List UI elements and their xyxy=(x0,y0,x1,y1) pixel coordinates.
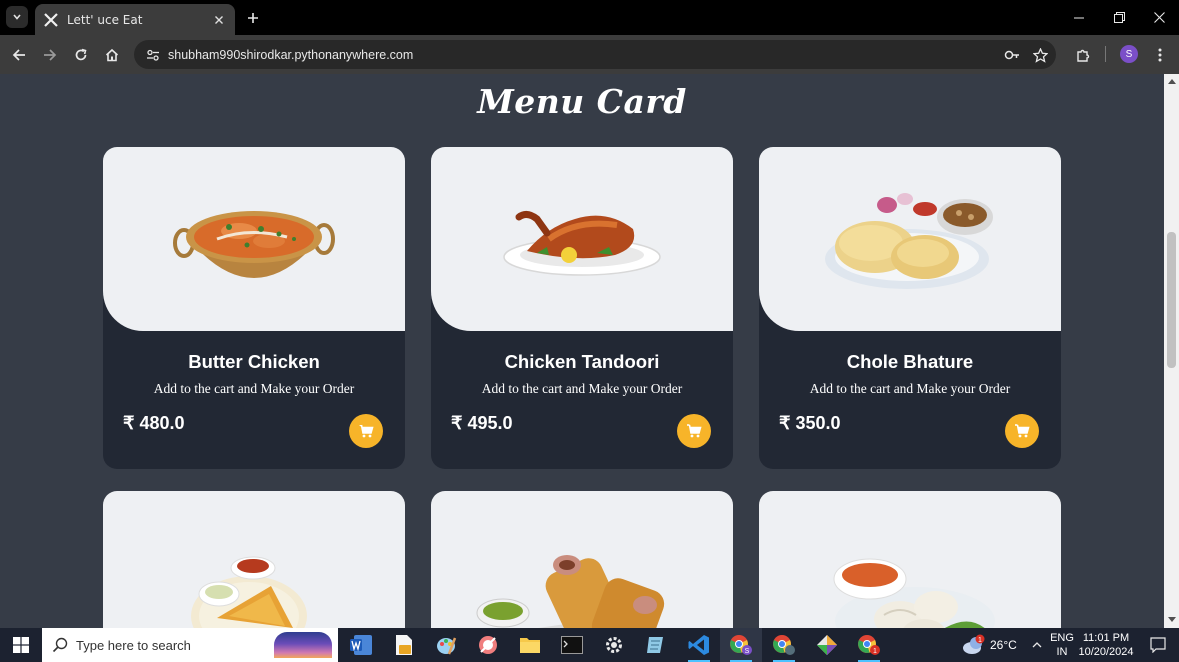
item-description: Add to the cart and Make your Order xyxy=(153,381,355,396)
taskbar-search-box[interactable]: Type here to search xyxy=(42,628,338,662)
search-icon xyxy=(52,637,68,653)
chicken-tandoori-image xyxy=(431,147,733,331)
item-price: ₹ 350.0 xyxy=(779,413,841,433)
snipping-app-icon[interactable] xyxy=(467,628,509,662)
minimize-icon xyxy=(1074,17,1084,18)
close-tab-icon[interactable] xyxy=(211,12,227,28)
menu-card xyxy=(431,491,733,628)
restore-icon xyxy=(1113,12,1125,23)
site-settings-icon[interactable] xyxy=(138,48,168,62)
kebab-menu-icon[interactable] xyxy=(1149,44,1171,66)
chole-bhature-image xyxy=(759,147,1061,331)
tab-title: Lett' uce Eat xyxy=(67,12,143,27)
password-key-icon[interactable] xyxy=(1001,44,1023,66)
terminal-app-icon[interactable] xyxy=(551,628,593,662)
paint-app-icon[interactable] xyxy=(425,628,467,662)
new-tab-button[interactable] xyxy=(242,7,264,29)
item-price: ₹ 480.0 xyxy=(123,413,185,433)
address-bar[interactable]: shubham990shirodkar.pythonanywhere.com xyxy=(134,40,1056,69)
chrome-profile-s-icon[interactable]: S xyxy=(720,628,762,662)
dosa-image xyxy=(103,491,405,628)
notepad-app-icon[interactable] xyxy=(635,628,677,662)
cutlery-x-icon xyxy=(43,12,59,28)
back-button[interactable] xyxy=(5,41,33,69)
weather-temperature[interactable]: 26°C xyxy=(990,638,1017,652)
start-button[interactable] xyxy=(0,628,42,662)
cart-icon xyxy=(687,424,702,438)
scroll-down-arrow-icon[interactable] xyxy=(1168,617,1176,622)
page-title: Menu Card xyxy=(477,82,687,121)
region-code: IN xyxy=(1056,646,1068,658)
close-icon xyxy=(1153,12,1165,23)
url-text: shubham990shirodkar.pythonanywhere.com xyxy=(168,47,414,62)
language-indicator[interactable]: ENG IN xyxy=(1050,631,1074,659)
bookmark-star-icon[interactable] xyxy=(1029,44,1051,66)
butter-chicken-image xyxy=(103,147,405,331)
wrap-roll-image xyxy=(431,491,733,628)
menu-card xyxy=(759,491,1061,628)
menu-card: Butter Chicken Add to the cart and Make … xyxy=(103,147,405,469)
windows-taskbar: Type here to search S 1 1 26°C ENG IN 11… xyxy=(0,628,1179,662)
home-button[interactable] xyxy=(98,41,126,69)
profile-avatar[interactable]: S xyxy=(1120,45,1138,63)
git-app-icon[interactable] xyxy=(806,628,848,662)
tab-search-button[interactable] xyxy=(6,6,28,28)
svg-text:S: S xyxy=(745,648,750,655)
clock-time: 11:01 PM xyxy=(1082,632,1130,644)
clock-date: 10/20/2024 xyxy=(1078,646,1134,658)
scrollbar-thumb[interactable] xyxy=(1167,232,1176,368)
item-description: Add to the cart and Make your Order xyxy=(809,381,1011,396)
arrow-left-icon xyxy=(12,49,25,61)
add-to-cart-button[interactable] xyxy=(1005,414,1039,448)
forward-button[interactable] xyxy=(36,41,64,69)
search-highlight-image xyxy=(274,632,332,658)
windows-logo-icon xyxy=(13,637,29,653)
item-name: Butter Chicken xyxy=(188,351,320,372)
item-name: Chole Bhature xyxy=(846,351,974,372)
arrow-right-icon xyxy=(44,49,57,61)
page-viewport: Menu Card Butter Chicken Add to the cart… xyxy=(0,74,1164,628)
browser-tab[interactable]: Lett' uce Eat xyxy=(35,4,235,35)
restore-button[interactable] xyxy=(1099,0,1139,35)
add-to-cart-button[interactable] xyxy=(677,414,711,448)
svg-text:1: 1 xyxy=(873,648,877,655)
minimize-button[interactable] xyxy=(1059,0,1099,35)
file-explorer-icon[interactable] xyxy=(509,628,551,662)
clock[interactable]: 11:01 PM 10/20/2024 xyxy=(1078,631,1134,659)
menu-card: Chicken Tandoori Add to the cart and Mak… xyxy=(431,147,733,469)
vscode-app-icon[interactable] xyxy=(678,628,720,662)
page-scrollbar[interactable] xyxy=(1164,74,1179,628)
weather-icon[interactable]: 1 xyxy=(956,628,990,662)
close-window-button[interactable] xyxy=(1139,0,1179,35)
menu-card: Chole Bhature Add to the cart and Make y… xyxy=(759,147,1061,469)
extensions-icon[interactable] xyxy=(1072,44,1094,66)
item-name: Chicken Tandoori xyxy=(504,351,660,372)
file-viewer-app-icon[interactable] xyxy=(383,628,425,662)
home-icon xyxy=(105,48,119,62)
browser-tab-strip: Lett' uce Eat xyxy=(0,0,1179,35)
show-hidden-icons-chevron-icon[interactable] xyxy=(1026,628,1048,662)
chevron-down-icon xyxy=(13,14,21,20)
reload-button[interactable] xyxy=(67,41,95,69)
notification-center-icon[interactable] xyxy=(1140,628,1176,662)
toolbar-divider xyxy=(1105,46,1106,62)
cart-icon xyxy=(359,424,374,438)
search-placeholder: Type here to search xyxy=(76,637,191,653)
chrome-profile-2-icon[interactable] xyxy=(763,628,805,662)
svg-text:1: 1 xyxy=(978,637,982,644)
chrome-notification-icon[interactable]: 1 xyxy=(848,628,890,662)
item-description: Add to the cart and Make your Order xyxy=(481,381,683,396)
add-to-cart-button[interactable] xyxy=(349,414,383,448)
cart-icon xyxy=(1015,424,1030,438)
language-code: ENG xyxy=(1050,632,1074,644)
momos-image xyxy=(759,491,1061,628)
settings-gear-icon[interactable] xyxy=(593,628,635,662)
plus-icon xyxy=(248,13,258,23)
reload-icon xyxy=(75,48,87,61)
scroll-up-arrow-icon[interactable] xyxy=(1168,79,1176,84)
menu-card xyxy=(103,491,405,628)
item-price: ₹ 495.0 xyxy=(451,413,513,433)
word-app-icon[interactable] xyxy=(340,628,382,662)
